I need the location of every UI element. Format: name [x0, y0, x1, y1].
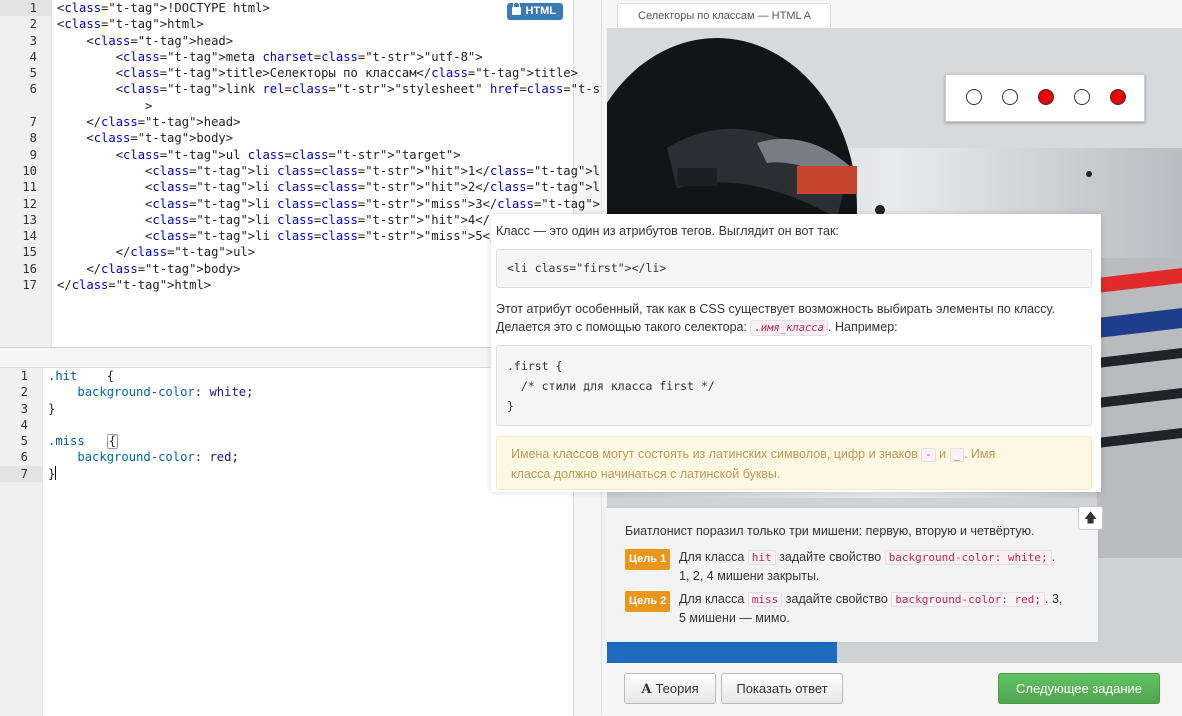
lock-icon — [512, 2, 522, 15]
html-badge-label: HTML — [525, 5, 556, 17]
line-number: 4 — [29, 49, 37, 64]
code2-line-3: } — [507, 399, 514, 413]
line-number: 4 — [20, 417, 28, 432]
line-number: 11 — [22, 180, 37, 195]
target-circle — [1074, 89, 1090, 105]
goal-2-text: Для класса miss задайте свойство backgro… — [679, 590, 1080, 628]
warning-code-dash: - — [921, 448, 936, 462]
class-selector-inline-code: .имя_класса — [750, 320, 829, 336]
line-number: 7 — [29, 115, 37, 130]
goal-2-badge: Цель 2 — [625, 591, 671, 612]
theory-p2-line1: Этот атрибут особенный, так как в CSS су… — [496, 302, 1056, 316]
theory-paragraph-1: Класс — это один из атрибутов тегов. Выг… — [496, 224, 839, 238]
code-line[interactable]: <class="t-tag">meta charset=class="t-str… — [57, 49, 573, 65]
warning-text-line2: класса должно начинаться с латинской бук… — [511, 467, 781, 481]
warning-box: Имена классов могут состоять из латински… — [496, 436, 1092, 490]
warning-text-and: и — [939, 447, 947, 461]
theory-code-example-2: .first { /* стили для класса first */ } — [496, 345, 1092, 426]
goal-1-mid: задайте свойство — [779, 550, 882, 564]
goal-2-mid: задайте свойство — [785, 592, 888, 606]
code2-line-1: .first { — [507, 359, 563, 373]
code-line[interactable]: > — [57, 98, 573, 114]
next-task-button[interactable]: Следующее задание — [998, 673, 1160, 704]
line-number: 3 — [29, 33, 37, 48]
line-number: 13 — [22, 212, 37, 227]
code-line[interactable]: <class="t-tag">head> — [57, 33, 573, 49]
code-line[interactable]: </class="t-tag">head> — [57, 114, 573, 130]
html-readonly-badge: HTML — [507, 2, 563, 20]
code-line[interactable]: <class="t-tag">ul class=class="t-str">"t… — [57, 147, 573, 163]
show-answer-button[interactable]: Показать ответ — [721, 673, 843, 704]
code-line[interactable]: <class="t-tag">body> — [57, 130, 573, 146]
goal-1-class-code: hit — [747, 550, 776, 565]
code-line[interactable]: <class="t-tag">li class=class="t-str">"m… — [57, 196, 622, 212]
target-circle — [1110, 89, 1126, 105]
goal-1-prop-code: background-color: white; — [884, 550, 1052, 565]
target-circle — [966, 89, 982, 105]
code-line[interactable]: <class="t-tag">link rel=class="t-str">"s… — [57, 81, 850, 97]
line-number: 1 — [0, 0, 51, 17]
target-circle — [1002, 89, 1018, 105]
theory-code-example-1: <li class="first"></li> — [496, 249, 1092, 288]
code-line[interactable]: <class="t-tag">title>Селекторы по класса… — [57, 65, 578, 81]
goal-2-post: . 3, — [1045, 592, 1063, 606]
arrow-up-icon: 🡅 — [1083, 510, 1098, 525]
goal-2-line2: 5 мишени — мимо. — [679, 611, 790, 625]
goal-1-pre: Для класса — [679, 550, 745, 564]
goal-1-text: Для класса hit задайте свойство backgrou… — [679, 548, 1080, 586]
theory-button[interactable]: A Теория — [624, 673, 716, 704]
theory-button-label: Теория — [655, 681, 699, 696]
html-editor-gutter: 12345607891011121314151617 — [0, 0, 52, 347]
goal-2-pre: Для класса — [679, 592, 745, 606]
theory-p2-line2-pre: Делается это с помощью такого селектора: — [496, 320, 747, 334]
line-number: 3 — [20, 401, 28, 416]
line-number: 7 — [0, 465, 42, 483]
collapse-task-button[interactable]: 🡅 — [1078, 506, 1103, 530]
css-editor[interactable]: 1234567 .hit { background-color: white;}… — [0, 367, 574, 716]
line-number: 17 — [22, 278, 37, 293]
line-number: 9 — [29, 147, 37, 162]
line-number: 8 — [29, 131, 37, 146]
code-line[interactable]: <class="t-tag">li class=class="t-str">"h… — [57, 163, 615, 179]
warning-code-underscore: _ — [949, 448, 964, 462]
line-number: 16 — [22, 261, 37, 276]
html-editor[interactable]: 12345607891011121314151617 <class="t-tag… — [0, 0, 850, 348]
target-circle — [1038, 89, 1054, 105]
css-editor-gutter: 1 234 567 — [0, 368, 43, 716]
line-number: 2 — [20, 385, 28, 400]
goal-1: Цель 1 Для класса hit задайте свойство b… — [625, 548, 1080, 586]
goal-2-class-code: miss — [747, 592, 783, 607]
line-number: 2 — [29, 17, 37, 32]
goal-2: Цель 2 Для класса miss задайте свойство … — [625, 590, 1080, 628]
theory-p2-line2-post: . Например: — [828, 320, 898, 334]
theory-a-icon: A — [641, 682, 652, 697]
line-number: 12 — [22, 196, 37, 211]
task-panel: Биатлонист поразил только три мишени: пе… — [605, 508, 1098, 642]
line-number: 5 — [29, 66, 37, 81]
line-number: 1 — [20, 369, 28, 383]
line-number: 15 — [22, 245, 37, 260]
goal-2-prop-code: background-color: red; — [891, 592, 1046, 607]
warning-text-pre: Имена классов могут состоять из латински… — [511, 447, 918, 461]
goal-1-line2: 1, 2, 4 мишени закрыты. — [679, 569, 820, 583]
line-number: 6 — [20, 450, 28, 465]
line-number: 6 — [29, 82, 37, 97]
theory-paragraph-2: Этот атрибут особенный, так как в CSS су… — [496, 300, 1055, 337]
targets-list — [945, 74, 1145, 122]
code-line[interactable]: <class="t-tag">html> — [57, 16, 573, 32]
line-number: 5 — [20, 434, 28, 449]
line-number: 0 — [0, 98, 51, 114]
theory-popup: Класс — это один из атрибутов тегов. Выг… — [491, 214, 1101, 492]
line-number: 10 — [22, 163, 37, 178]
preview-tab[interactable]: Селекторы по классам — HTML A — [617, 3, 831, 27]
task-intro: Биатлонист поразил только три мишени: пе… — [625, 524, 1035, 538]
code2-line-2: /* стили для класса first */ — [507, 379, 715, 393]
goal-1-post: . — [1051, 550, 1056, 564]
code-line[interactable]: <class="t-tag">!DOCTYPE html> — [57, 0, 573, 16]
warning-text-post: . Имя — [963, 447, 996, 461]
goal-1-badge: Цель 1 — [625, 549, 671, 570]
line-number: 14 — [22, 229, 37, 244]
code-line[interactable]: <class="t-tag">li class=class="t-str">"h… — [57, 179, 615, 195]
